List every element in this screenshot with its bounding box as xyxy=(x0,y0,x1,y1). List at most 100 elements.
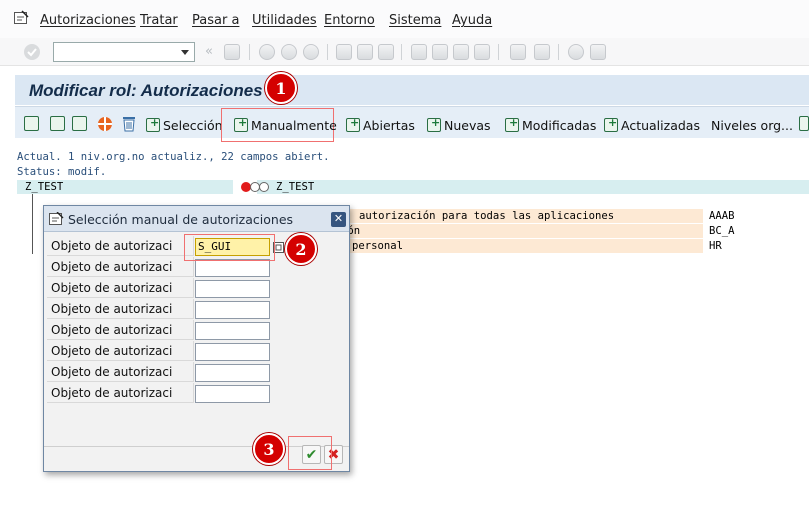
status-line-status: Status: modif. xyxy=(17,166,107,178)
niveles-org-button[interactable]: Niveles org... xyxy=(711,116,793,134)
choose-node-icon[interactable] xyxy=(72,116,87,131)
actualizadas-button[interactable]: Actualizadas xyxy=(604,116,700,134)
close-icon[interactable]: ✕ xyxy=(331,212,346,227)
dialog-title-bar: Selección manual de autorizaciones ✕ xyxy=(44,206,349,232)
collapse-all-icon[interactable] xyxy=(50,116,65,131)
page-title: Modificar rol: Autorizaciones xyxy=(29,81,263,100)
callout-badge-3: 3 xyxy=(253,433,285,465)
separator xyxy=(327,44,328,60)
niveles-org-label: Niveles org... xyxy=(711,117,793,133)
auth-object-input[interactable] xyxy=(195,259,270,277)
auth-object-label: Objeto de autorizaci xyxy=(47,257,194,277)
menu-autorizaciones[interactable]: Autorizaciones xyxy=(40,13,136,28)
auth-object-label: Objeto de autorizaci xyxy=(47,299,194,319)
add-icon xyxy=(146,116,160,132)
tree-row-3-code: HR xyxy=(709,240,722,252)
auth-object-label: Objeto de autorizaci xyxy=(47,278,194,298)
modificadas-label: Modificadas xyxy=(522,117,597,133)
layout-menu-icon[interactable] xyxy=(590,44,606,60)
menu-tratar[interactable]: Tratar xyxy=(140,13,178,28)
separator xyxy=(249,44,250,60)
auth-object-label: Objeto de autorizaci xyxy=(47,362,194,382)
find-icon[interactable] xyxy=(357,44,373,60)
tree-connector xyxy=(32,194,33,254)
auth-object-input[interactable] xyxy=(195,343,270,361)
menu-ayuda[interactable]: Ayuda xyxy=(452,13,492,28)
separator xyxy=(498,44,499,60)
auth-object-input[interactable] xyxy=(195,280,270,298)
menu-window-icon[interactable] xyxy=(13,10,29,26)
dialog-title: Selección manual de autorizaciones xyxy=(68,212,294,227)
chevron-down-icon[interactable] xyxy=(181,50,189,55)
input-highlight xyxy=(184,234,275,261)
dialog-window-icon xyxy=(49,212,64,225)
next-page-icon[interactable] xyxy=(453,44,469,60)
reset-org-levels-icon[interactable] xyxy=(97,116,113,132)
seleccion-label: Selección xyxy=(163,117,223,133)
tree-row-1-code: AAAB xyxy=(709,210,735,222)
last-page-icon[interactable] xyxy=(474,44,490,60)
open-fields-icon xyxy=(346,116,360,132)
trash-icon[interactable] xyxy=(121,115,137,132)
previous-page-icon[interactable] xyxy=(432,44,448,60)
tree-row-2-code: BC_A xyxy=(709,225,735,237)
auth-object-input[interactable] xyxy=(195,385,270,403)
more-icon[interactable] xyxy=(799,116,809,131)
application-toolbar: Selección Manualmente Abiertas Nuevas Mo… xyxy=(15,106,809,142)
auth-object-label: Objeto de autorizaci xyxy=(47,236,194,256)
callout-badge-1: 1 xyxy=(265,72,297,104)
actualizadas-label: Actualizadas xyxy=(621,117,700,133)
updated-fields-icon xyxy=(604,116,618,132)
menu-pasar-a[interactable]: Pasar a xyxy=(192,13,239,28)
seleccion-button[interactable]: Selección xyxy=(146,116,223,134)
find-next-icon[interactable] xyxy=(378,44,394,60)
auth-object-label: Objeto de autorizaci xyxy=(47,341,194,361)
manualmente-label: Manualmente xyxy=(251,117,337,133)
tree-root-value: Z_TEST xyxy=(276,181,315,193)
tree-root-row[interactable]: Z_TEST Z_TEST xyxy=(17,180,809,194)
menu-sistema[interactable]: Sistema xyxy=(389,13,441,28)
auth-object-input[interactable] xyxy=(195,322,270,340)
auth-object-label: Objeto de autorizaci xyxy=(47,320,194,340)
modificadas-button[interactable]: Modificadas xyxy=(505,116,596,134)
menu-bar: Autorizaciones Tratar Pasar a Utilidades… xyxy=(0,0,809,38)
callout-badge-2: 2 xyxy=(285,233,317,265)
abiertas-button[interactable]: Abiertas xyxy=(346,116,415,134)
auth-object-input[interactable] xyxy=(195,301,270,319)
new-session-icon[interactable] xyxy=(510,44,526,60)
auth-object-label: Objeto de autorizaci xyxy=(47,383,194,403)
back-arrow-icon[interactable]: « xyxy=(205,44,213,59)
manualmente-button[interactable]: Manualmente xyxy=(234,116,337,134)
new-fields-icon xyxy=(427,116,441,132)
tree-root-name: Z_TEST xyxy=(25,181,64,193)
nuevas-label: Nuevas xyxy=(444,117,491,133)
expand-all-icon[interactable] xyxy=(24,116,39,131)
tree-row-1-text[interactable]: autorización para todas las aplicaciones xyxy=(359,210,614,222)
confirm-buttons-highlight xyxy=(288,436,332,470)
changed-fields-icon xyxy=(505,116,519,132)
command-field[interactable] xyxy=(53,42,195,62)
add-manual-icon xyxy=(234,116,248,132)
shortcut-icon[interactable] xyxy=(534,44,550,60)
exit-icon[interactable] xyxy=(281,44,297,60)
tree-row-3-text[interactable]: personal xyxy=(352,240,403,252)
dialog-body: Objeto de autorizaci S_GUI Objeto de aut… xyxy=(44,233,349,446)
print-icon[interactable] xyxy=(336,44,352,60)
menu-utilidades[interactable]: Utilidades xyxy=(252,13,317,28)
cancel-icon[interactable] xyxy=(303,44,319,60)
nuevas-button[interactable]: Nuevas xyxy=(427,116,491,134)
back-icon[interactable] xyxy=(259,44,275,60)
auth-object-input[interactable] xyxy=(195,364,270,382)
separator xyxy=(558,44,559,60)
separator xyxy=(401,44,402,60)
title-bar: Modificar rol: Autorizaciones xyxy=(15,75,809,105)
save-icon[interactable] xyxy=(224,44,240,60)
abiertas-label: Abiertas xyxy=(363,117,415,133)
enter-check-icon[interactable] xyxy=(23,43,41,61)
traffic-light-icon xyxy=(241,182,269,192)
menu-entorno[interactable]: Entorno xyxy=(324,13,375,28)
first-page-icon[interactable] xyxy=(411,44,427,60)
status-line-actual: Actual. 1 niv.org.no actualiz., 22 campo… xyxy=(17,151,330,163)
help-icon[interactable] xyxy=(568,44,584,60)
standard-toolbar: « xyxy=(0,38,809,66)
